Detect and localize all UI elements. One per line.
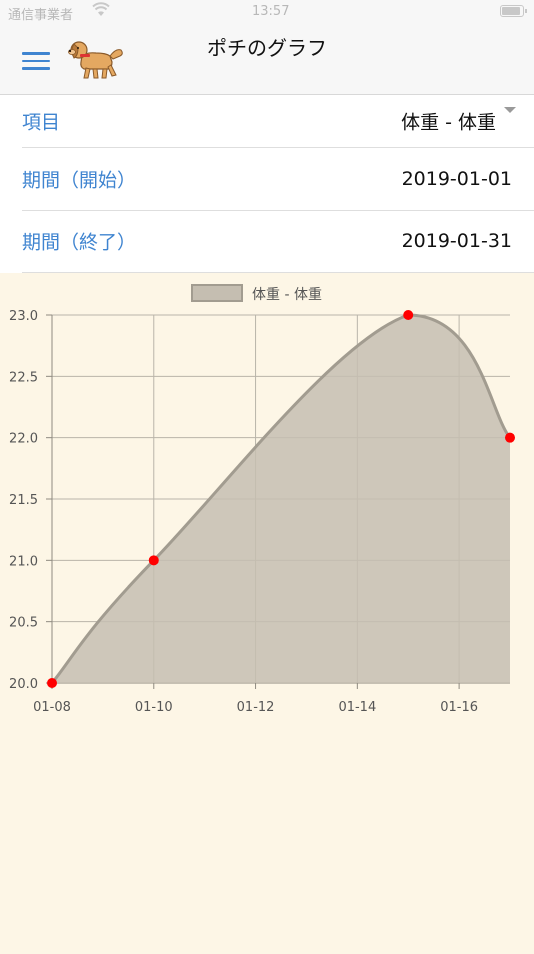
data-point [148, 555, 159, 566]
x-tick-label: 01-08 [33, 700, 71, 715]
x-tick-label: 01-14 [338, 700, 376, 715]
end-date-row[interactable]: 期間（終了） 2019-01-31 [22, 210, 534, 273]
page-title: ポチのグラフ [207, 36, 327, 60]
y-tick-label: 20.0 [9, 677, 38, 692]
start-date-label: 期間（開始） [22, 169, 137, 191]
data-point [505, 432, 515, 443]
x-tick-label: 01-12 [237, 700, 275, 715]
status-bar: 通信事業者 13:57 [0, 0, 534, 23]
item-select[interactable]: 体重 - 体重 [401, 108, 496, 135]
y-tick-label: 23.0 [9, 309, 38, 324]
battery-icon [500, 5, 527, 17]
y-tick-label: 22.0 [9, 432, 38, 447]
y-tick-label: 21.0 [9, 554, 38, 569]
x-tick-label: 01-16 [440, 700, 478, 715]
y-tick-label: 21.5 [9, 493, 38, 508]
item-label: 項目 [22, 111, 61, 134]
chart-area: 20.0 20.5 21.0 21.5 22.0 22.5 23.0 01-08 01-10 01… [0, 273, 534, 950]
item-row[interactable]: 項目 体重 - 体重 [22, 95, 534, 148]
y-tick-label: 20.5 [9, 616, 38, 631]
data-point [403, 310, 414, 320]
start-date-row[interactable]: 期間（開始） 2019-01-01 [22, 147, 534, 211]
navigation-bar: ポチのグラフ [0, 22, 534, 95]
graph-settings-form: 項目 体重 - 体重 期間（開始） 2019-01-01 期間（終了） 2019… [0, 95, 534, 273]
clock: 13:57 [252, 4, 290, 19]
end-date-value[interactable]: 2019-01-31 [402, 230, 512, 252]
wifi-icon [92, 2, 110, 16]
x-tick-label: 01-10 [135, 700, 173, 715]
data-point [47, 678, 57, 688]
start-date-value[interactable]: 2019-01-01 [402, 168, 512, 190]
dropdown-caret-icon[interactable] [504, 107, 516, 113]
weight-chart: 20.0 20.5 21.0 21.5 22.0 22.5 23.0 01-08 01-10 01… [9, 284, 515, 715]
y-tick-label: 22.5 [9, 370, 38, 385]
carrier-text: 通信事業者 [8, 8, 74, 23]
legend-swatch [191, 284, 243, 302]
end-date-label: 期間（終了） [22, 231, 137, 254]
legend-label: 体重 - 体重 [252, 287, 322, 303]
